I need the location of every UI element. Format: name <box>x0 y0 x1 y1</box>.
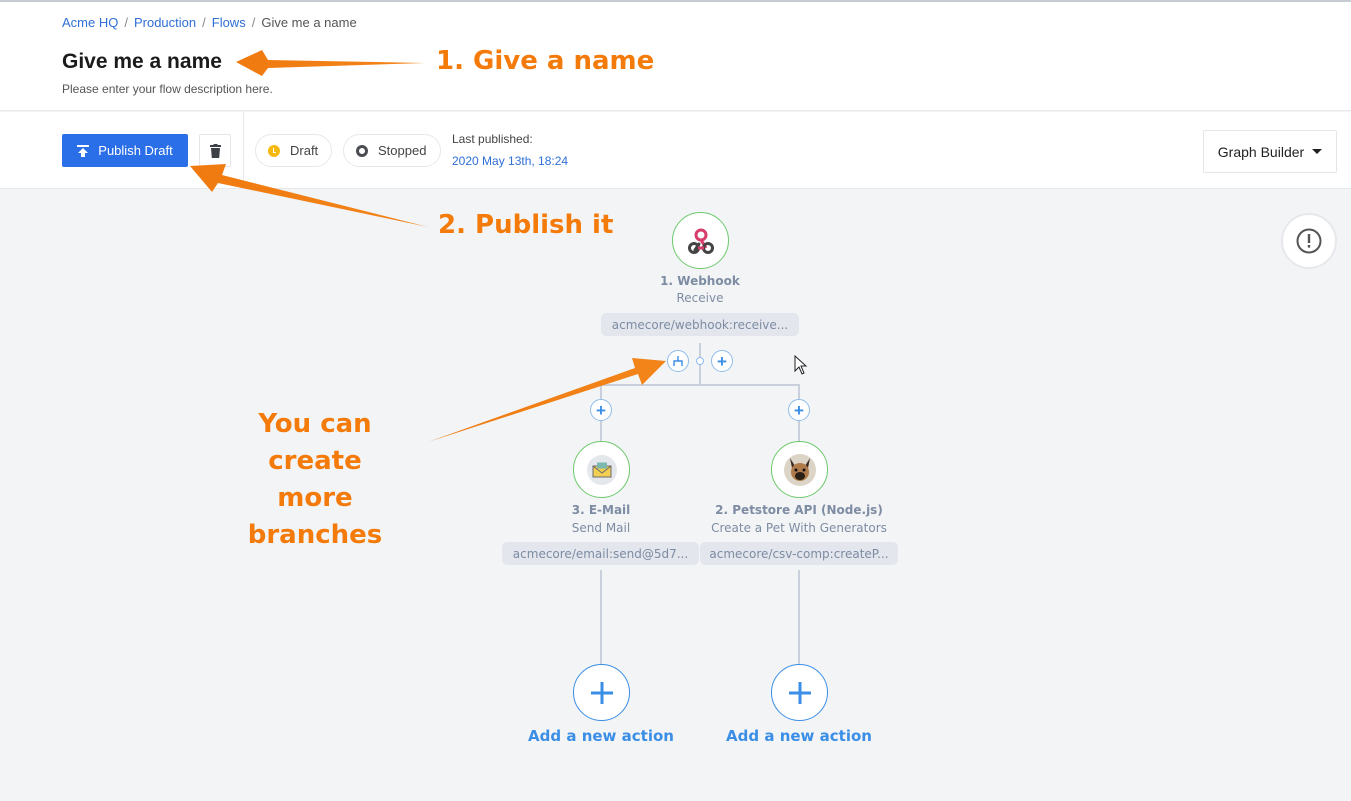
webhook-node-title: 1. Webhook <box>660 274 740 288</box>
connector-line <box>600 570 602 665</box>
mouse-cursor-icon <box>794 355 808 375</box>
add-step-button[interactable]: + <box>711 350 733 372</box>
email-node-tag: acmecore/email:send@5d7... <box>502 542 699 565</box>
view-mode-value: Graph Builder <box>1217 143 1305 160</box>
add-step-before-email-button[interactable]: + <box>590 399 612 421</box>
petstore-node[interactable] <box>771 441 828 498</box>
breadcrumb-separator: / <box>202 15 206 30</box>
stopped-ring-icon <box>356 144 368 157</box>
breadcrumb-separator: / <box>124 15 128 30</box>
add-action-petstore-branch-label[interactable]: Add a new action <box>699 727 899 745</box>
webhook-node-tag: acmecore/webhook:receive... <box>601 313 799 336</box>
branch-icon <box>673 356 683 366</box>
breadcrumb-acme-hq[interactable]: Acme HQ <box>62 15 118 30</box>
breadcrumb-separator: / <box>251 15 256 30</box>
publish-draft-button[interactable]: Publish Draft <box>62 134 188 167</box>
page-header: Acme HQ / Production / Flows / Give me a… <box>0 2 1351 111</box>
add-step-before-petstore-button[interactable]: + <box>788 399 810 421</box>
plus-icon <box>788 681 811 704</box>
petstore-node-subtitle: Create a Pet With Generators <box>711 521 887 535</box>
breadcrumb: Acme HQ / Production / Flows / Give me a… <box>62 15 357 30</box>
last-published-label: Last published: <box>452 132 533 146</box>
stopped-label: Stopped <box>378 143 427 158</box>
webhook-icon <box>687 228 714 254</box>
draft-status-badge: Draft <box>255 134 332 167</box>
trash-icon <box>209 143 221 158</box>
dog-avatar-icon <box>783 453 816 486</box>
annotation-branches-line2: more branches <box>247 483 383 550</box>
annotation-branches: You can create more branches <box>208 406 422 554</box>
clock-icon <box>268 144 280 157</box>
delete-button[interactable] <box>199 134 231 167</box>
annotation-branches-line1: You can create <box>258 409 372 476</box>
connector-line <box>600 384 800 386</box>
add-branch-button[interactable] <box>667 350 689 372</box>
breadcrumb-production[interactable]: Production <box>134 15 196 30</box>
webhook-node[interactable] <box>672 212 729 269</box>
publish-draft-label: Publish Draft <box>98 143 173 158</box>
flow-title[interactable]: Give me a name <box>62 50 222 74</box>
add-action-petstore-branch-button[interactable] <box>771 664 828 721</box>
webhook-node-subtitle: Receive <box>676 291 724 305</box>
connector-line <box>798 570 800 665</box>
petstore-node-title: 2. Petstore API (Node.js) <box>715 503 883 517</box>
add-action-email-branch-label[interactable]: Add a new action <box>501 727 701 745</box>
flow-description[interactable]: Please enter your flow description here. <box>62 82 273 96</box>
annotation-step2: 2. Publish it <box>438 210 614 240</box>
add-action-email-branch-button[interactable] <box>573 664 630 721</box>
breadcrumb-flows[interactable]: Flows <box>212 15 246 30</box>
publish-upload-icon <box>77 144 90 157</box>
plus-icon <box>590 681 613 704</box>
envelope-icon <box>586 454 617 485</box>
annotation-step1: 1. Give a name <box>436 46 655 76</box>
view-mode-dropdown[interactable]: Graph Builder <box>1203 130 1337 173</box>
stopped-status-badge: Stopped <box>343 134 441 167</box>
caret-down-icon <box>1312 149 1323 154</box>
petstore-node-tag: acmecore/csv-comp:createP... <box>700 542 898 565</box>
toolbar-divider <box>243 112 244 189</box>
breadcrumb-current: Give me a name <box>261 15 357 30</box>
connector-dot <box>696 357 704 365</box>
last-published-date[interactable]: 2020 May 13th, 18:24 <box>452 154 568 168</box>
exclamation-circle-icon <box>1296 228 1322 254</box>
email-node[interactable] <box>573 441 630 498</box>
draft-label: Draft <box>290 143 319 158</box>
warnings-button[interactable] <box>1281 213 1337 269</box>
toolbar: Publish Draft Draft Stopped Last publish… <box>0 112 1351 189</box>
